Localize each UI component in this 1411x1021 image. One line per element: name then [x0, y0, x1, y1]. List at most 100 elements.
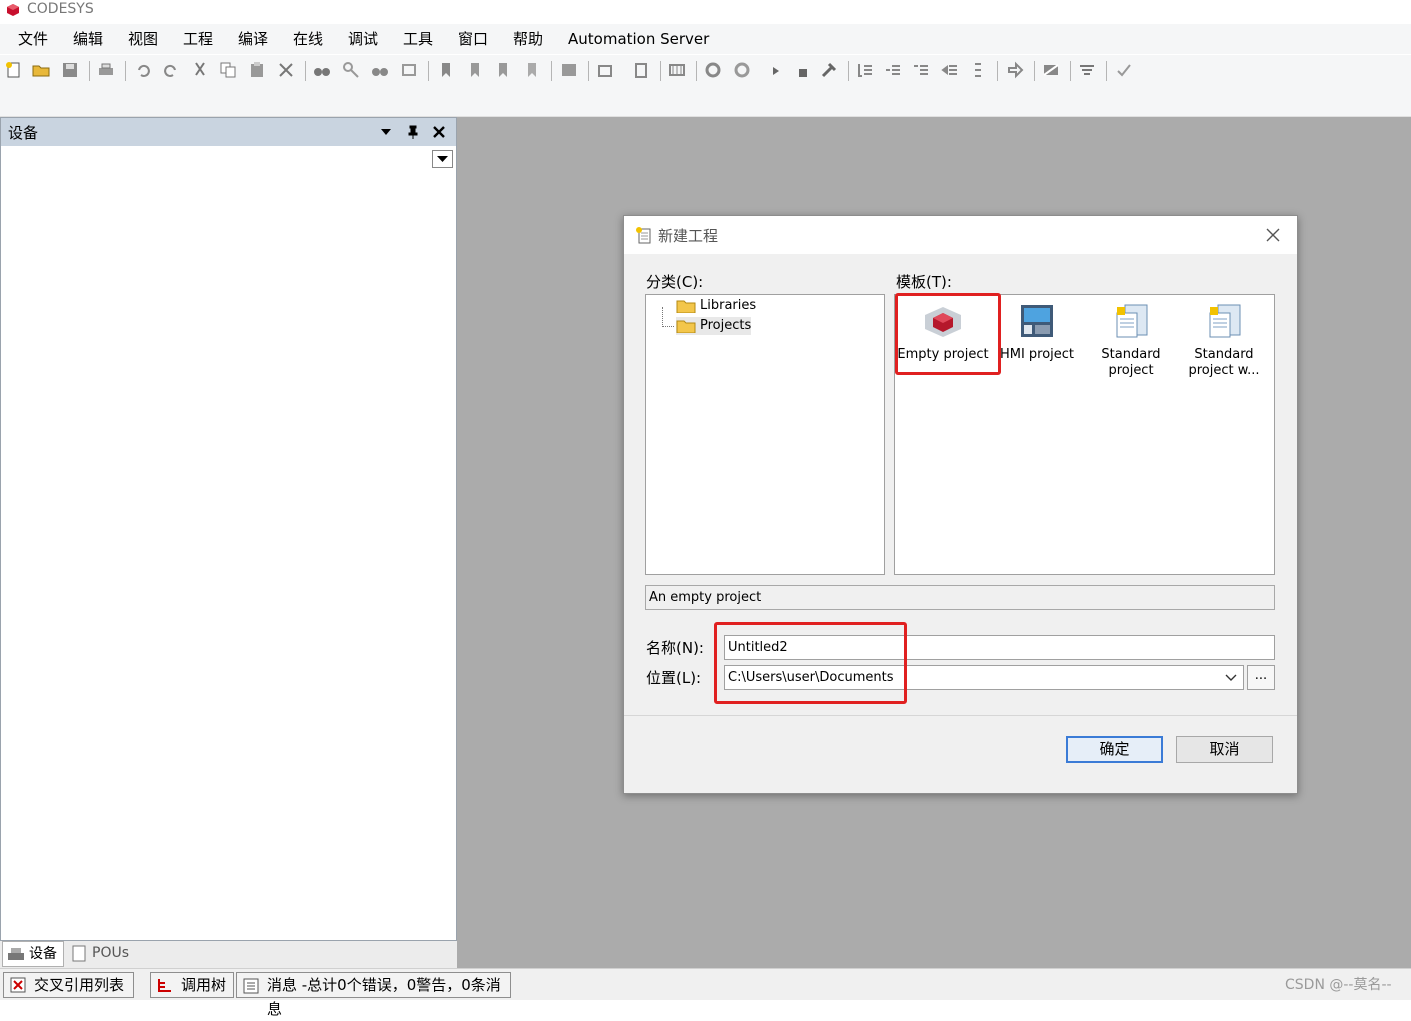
close-icon[interactable]	[431, 124, 447, 140]
cut-icon[interactable]	[191, 61, 209, 79]
panel-scroll-button[interactable]	[432, 150, 453, 168]
annotation-highlight-template	[895, 293, 1001, 375]
find-icon[interactable]	[313, 61, 331, 79]
tab-pous[interactable]: POUs	[66, 941, 138, 967]
clear-bookmarks-icon[interactable]	[523, 61, 541, 79]
paste-icon[interactable]	[248, 61, 266, 79]
build-icon[interactable]	[668, 61, 686, 79]
hmi-project-icon	[1021, 305, 1053, 337]
tree-item-libraries[interactable]: Libraries	[676, 297, 756, 315]
copy-icon[interactable]	[219, 61, 237, 79]
next-bookmark-icon[interactable]	[466, 61, 484, 79]
properties-icon[interactable]	[632, 61, 650, 79]
menu-project[interactable]: 工程	[183, 29, 213, 49]
bookmark-icon[interactable]	[437, 61, 455, 79]
panel-title: 设备	[8, 124, 39, 142]
dialog-title: 新建工程	[658, 227, 719, 245]
ok-button[interactable]: 确定	[1066, 736, 1163, 763]
menu-bar: 文件 编辑 视图 工程 编译 在线 调试 工具 窗口 帮助 Automation…	[0, 24, 1411, 54]
standard-project-icon	[1116, 304, 1148, 338]
new-file-icon[interactable]	[5, 61, 23, 79]
browse-button[interactable]: ...	[1247, 665, 1275, 690]
stop-icon[interactable]	[794, 61, 812, 79]
category-tree: Libraries Projects	[645, 294, 885, 575]
reset-icon[interactable]	[820, 61, 838, 79]
device-icon[interactable]	[560, 61, 578, 79]
menu-help[interactable]: 帮助	[513, 29, 543, 49]
menu-window[interactable]: 窗口	[458, 29, 488, 49]
new-project-dialog: 新建工程 分类(C): 模板(T): Libraries Projects Em…	[623, 215, 1298, 794]
panel-header: 设备	[1, 118, 456, 146]
open-folder-icon[interactable]	[32, 61, 50, 79]
menu-file[interactable]: 文件	[18, 29, 48, 49]
start-icon[interactable]	[767, 61, 785, 79]
menu-tools[interactable]: 工具	[403, 29, 433, 49]
tab-cross-reference[interactable]: 交叉引用列表	[3, 972, 134, 998]
menu-build[interactable]: 编译	[238, 29, 268, 49]
template-standard-project[interactable]: Standard project	[1085, 299, 1177, 379]
force-values-icon[interactable]	[1078, 61, 1096, 79]
tree-item-projects[interactable]: Projects	[676, 317, 752, 335]
delete-icon[interactable]	[277, 61, 295, 79]
save-icon[interactable]	[61, 61, 79, 79]
undo-icon[interactable]	[134, 61, 152, 79]
redo-icon[interactable]	[162, 61, 180, 79]
template-label: 模板(T):	[896, 273, 952, 291]
replace-icon[interactable]	[342, 61, 360, 79]
chevron-down-icon[interactable]	[1224, 671, 1238, 685]
template-label-text: Standard project	[1101, 347, 1161, 378]
show-next-statement-icon[interactable]	[1006, 61, 1024, 79]
devices-panel: 设备	[0, 117, 457, 941]
template-label-text: HMI project	[999, 347, 1075, 362]
cancel-button[interactable]: 取消	[1176, 736, 1273, 763]
set-next-statement-icon[interactable]	[969, 61, 987, 79]
menu-online[interactable]: 在线	[293, 29, 323, 49]
new-project-icon	[636, 227, 651, 244]
tab-pous-label: POUs	[92, 945, 130, 961]
panel-dropdown-icon[interactable]	[379, 126, 393, 138]
pin-icon[interactable]	[406, 124, 420, 140]
logout-icon[interactable]	[733, 61, 751, 79]
annotation-highlight-fields	[714, 622, 907, 704]
window-titlebar: CODESYS	[0, 0, 1411, 22]
menu-automation-server[interactable]: Automation Server	[568, 29, 709, 49]
messages-icon	[243, 978, 259, 994]
find-all-icon[interactable]	[371, 61, 389, 79]
name-label: 名称(N):	[646, 639, 704, 657]
login-icon[interactable]	[704, 61, 722, 79]
template-standard-project-wizard[interactable]: Standard project w...	[1178, 299, 1270, 379]
template-hmi-project[interactable]: HMI project	[991, 299, 1083, 363]
close-icon[interactable]	[1264, 226, 1282, 244]
step-into-icon[interactable]	[884, 61, 902, 79]
cross-reference-icon	[10, 977, 26, 993]
menu-edit[interactable]: 编辑	[73, 29, 103, 49]
tab-devices-label: 设备	[29, 946, 57, 962]
replace-all-icon[interactable]	[400, 61, 418, 79]
write-values-icon[interactable]	[1042, 61, 1060, 79]
template-label-text: Standard project w...	[1188, 347, 1260, 378]
location-label: 位置(L):	[646, 669, 702, 687]
run-to-cursor-icon[interactable]	[941, 61, 959, 79]
codesys-logo-icon	[7, 4, 19, 16]
unforce-values-icon[interactable]	[1115, 61, 1133, 79]
panel-tab-bar: 设备 POUs	[0, 941, 457, 968]
add-object-icon[interactable]	[597, 61, 615, 79]
menu-debug[interactable]: 调试	[348, 29, 378, 49]
call-tree-label: 调用树	[181, 976, 227, 994]
tab-devices[interactable]: 设备	[2, 941, 64, 967]
menu-view[interactable]: 视图	[128, 29, 158, 49]
app-title: CODESYS	[27, 1, 94, 17]
step-out-icon[interactable]	[912, 61, 930, 79]
chevron-down-icon	[437, 156, 448, 162]
dialog-titlebar: 新建工程	[624, 216, 1297, 254]
pous-tab-icon	[72, 945, 86, 962]
secondary-toolbar	[0, 87, 1411, 117]
call-tree-icon	[158, 979, 171, 992]
tab-messages[interactable]: 消息 -总计0个错误，0警告，0条消息	[236, 972, 511, 1018]
prev-bookmark-icon[interactable]	[494, 61, 512, 79]
step-over-icon[interactable]	[856, 61, 874, 79]
tab-call-tree[interactable]: 调用树	[150, 972, 234, 998]
print-icon[interactable]	[97, 61, 115, 79]
standard-project-wizard-icon	[1209, 304, 1241, 338]
folder-icon	[676, 300, 696, 313]
